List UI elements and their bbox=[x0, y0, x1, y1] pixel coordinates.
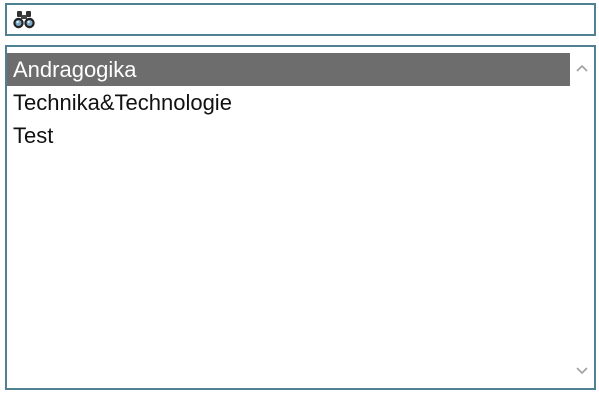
vertical-scrollbar[interactable] bbox=[570, 47, 594, 388]
list-item-test[interactable]: Test bbox=[7, 119, 570, 152]
binoculars-icon[interactable] bbox=[12, 10, 36, 30]
scroll-down-arrow-icon[interactable] bbox=[570, 360, 594, 382]
category-listbox[interactable]: Andragogika Technika&Technologie Test bbox=[5, 45, 596, 390]
list-item-technika-technologie[interactable]: Technika&Technologie bbox=[7, 86, 570, 119]
search-input[interactable] bbox=[41, 9, 581, 31]
list-item-andragogika[interactable]: Andragogika bbox=[7, 53, 570, 86]
search-bar bbox=[5, 3, 596, 36]
scroll-track[interactable] bbox=[570, 81, 594, 358]
scroll-up-arrow-icon[interactable] bbox=[570, 57, 594, 79]
list-items: Andragogika Technika&Technologie Test bbox=[7, 53, 570, 152]
